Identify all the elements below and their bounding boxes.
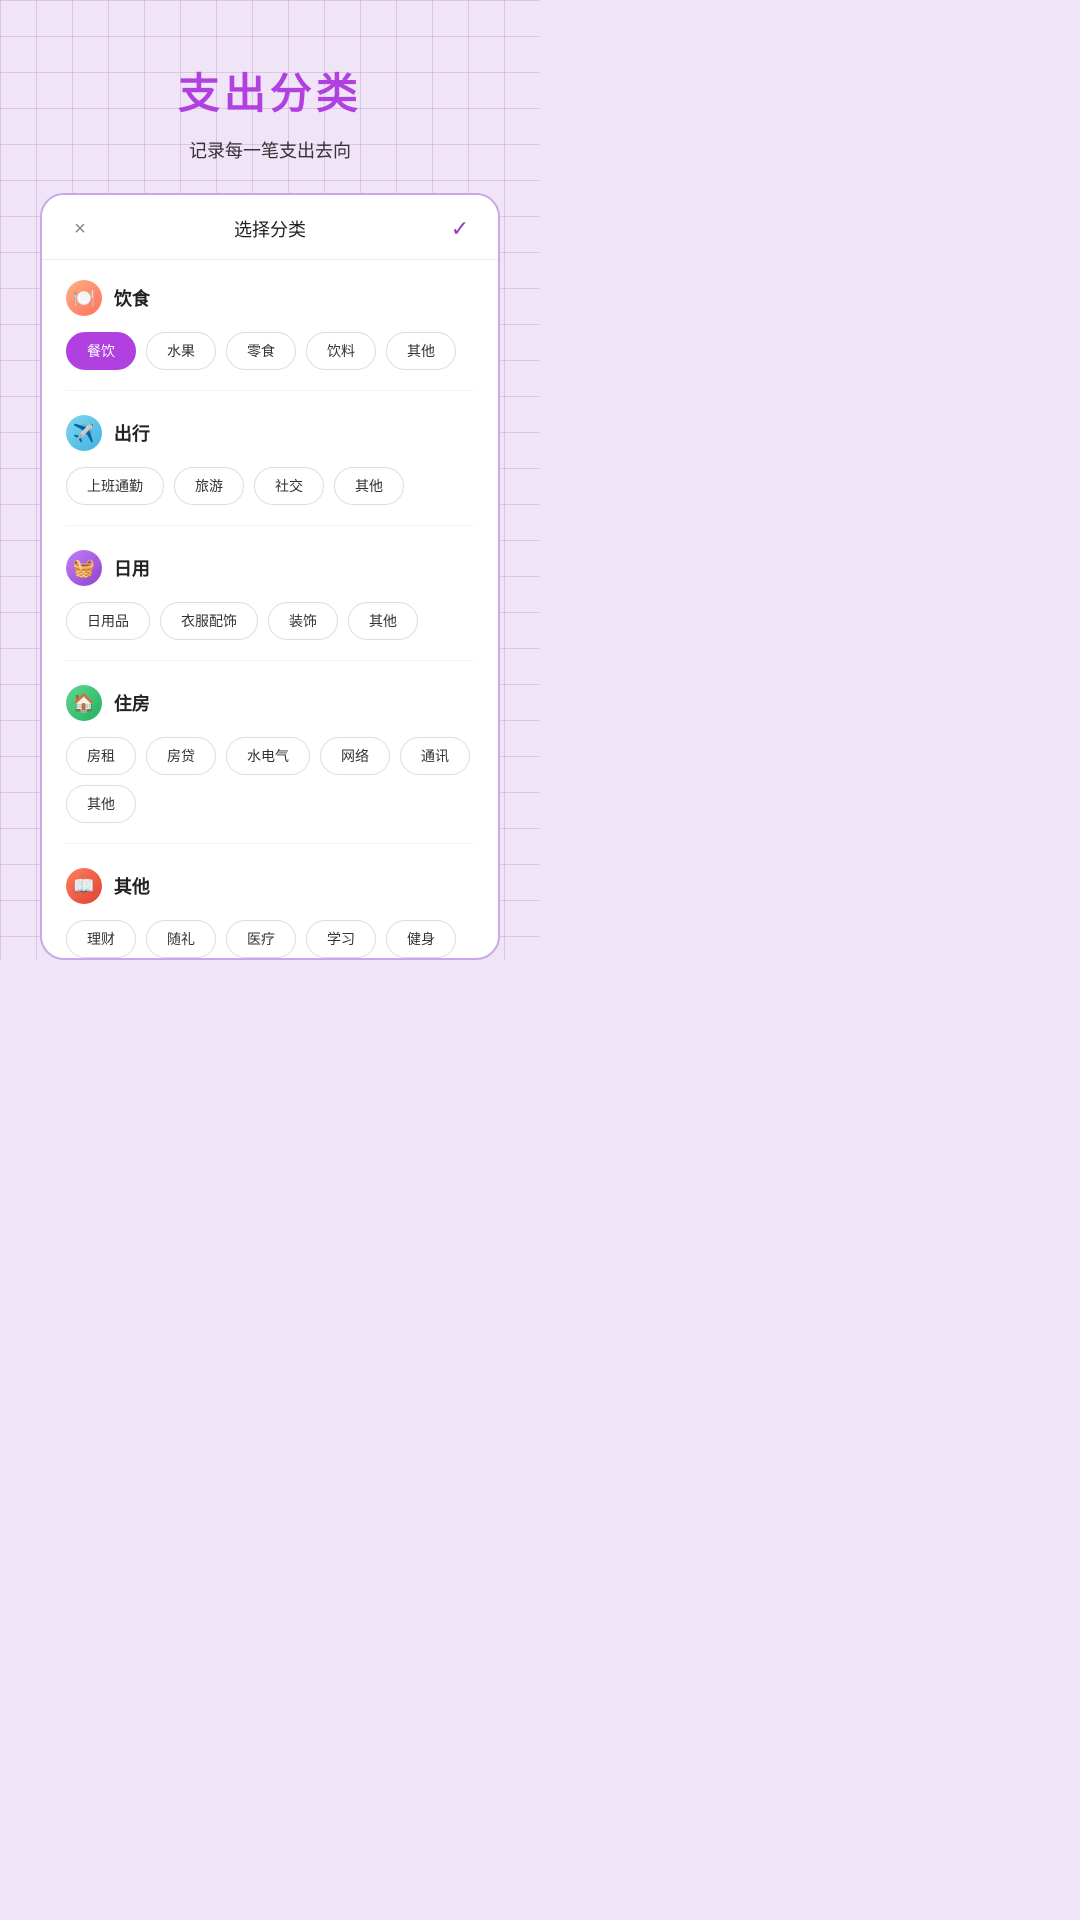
tag-housing-2[interactable]: 水电气 bbox=[226, 737, 310, 775]
sections-container: 🍽️饮食餐饮水果零食饮料其他✈️出行上班通勤旅游社交其他🧺日用日用品衣服配饰装饰… bbox=[42, 260, 498, 960]
section-header-housing: 🏠 住房 bbox=[66, 685, 474, 721]
page-subtitle: 记录每一笔支出去向 bbox=[189, 137, 351, 163]
tag-daily-1[interactable]: 衣服配饰 bbox=[160, 602, 258, 640]
section-title-travel: 出行 bbox=[114, 420, 150, 446]
section-icon-other: 📖 bbox=[66, 868, 102, 904]
divider-2 bbox=[66, 660, 474, 661]
tags-other: 理财随礼医疗学习健身兴趣其他 bbox=[66, 920, 474, 960]
tag-food-0[interactable]: 餐饮 bbox=[66, 332, 136, 370]
tag-housing-4[interactable]: 通讯 bbox=[400, 737, 470, 775]
confirm-button[interactable]: ✓ bbox=[446, 215, 474, 243]
tag-food-2[interactable]: 零食 bbox=[226, 332, 296, 370]
section-icon-travel: ✈️ bbox=[66, 415, 102, 451]
tag-food-3[interactable]: 饮料 bbox=[306, 332, 376, 370]
tag-food-4[interactable]: 其他 bbox=[386, 332, 456, 370]
section-title-daily: 日用 bbox=[114, 555, 150, 581]
section-header-other: 📖 其他 bbox=[66, 868, 474, 904]
divider-0 bbox=[66, 390, 474, 391]
tag-housing-1[interactable]: 房贷 bbox=[146, 737, 216, 775]
tag-daily-0[interactable]: 日用品 bbox=[66, 602, 150, 640]
modal-header: × 选择分类 ✓ bbox=[42, 195, 498, 260]
tag-travel-3[interactable]: 其他 bbox=[334, 467, 404, 505]
divider-3 bbox=[66, 843, 474, 844]
section-title-food: 饮食 bbox=[114, 285, 150, 311]
tag-other-1[interactable]: 随礼 bbox=[146, 920, 216, 958]
tag-travel-2[interactable]: 社交 bbox=[254, 467, 324, 505]
section-header-travel: ✈️ 出行 bbox=[66, 415, 474, 451]
tags-food: 餐饮水果零食饮料其他 bbox=[66, 332, 474, 370]
tag-travel-1[interactable]: 旅游 bbox=[174, 467, 244, 505]
tag-housing-5[interactable]: 其他 bbox=[66, 785, 136, 823]
section-title-other: 其他 bbox=[114, 873, 150, 899]
tag-other-4[interactable]: 健身 bbox=[386, 920, 456, 958]
page-container: 支出分类 记录每一笔支出去向 × 选择分类 ✓ 🍽️饮食餐饮水果零食饮料其他✈️… bbox=[0, 0, 540, 960]
page-title: 支出分类 bbox=[178, 60, 362, 121]
tag-housing-0[interactable]: 房租 bbox=[66, 737, 136, 775]
section-icon-daily: 🧺 bbox=[66, 550, 102, 586]
tag-travel-0[interactable]: 上班通勤 bbox=[66, 467, 164, 505]
divider-1 bbox=[66, 525, 474, 526]
tag-other-3[interactable]: 学习 bbox=[306, 920, 376, 958]
section-icon-housing: 🏠 bbox=[66, 685, 102, 721]
tag-housing-3[interactable]: 网络 bbox=[320, 737, 390, 775]
section-title-housing: 住房 bbox=[114, 690, 150, 716]
section-header-daily: 🧺 日用 bbox=[66, 550, 474, 586]
tag-daily-2[interactable]: 装饰 bbox=[268, 602, 338, 640]
tags-housing: 房租房贷水电气网络通讯其他 bbox=[66, 737, 474, 823]
section-daily: 🧺 日用日用品衣服配饰装饰其他 bbox=[42, 530, 498, 656]
tags-travel: 上班通勤旅游社交其他 bbox=[66, 467, 474, 505]
category-modal: × 选择分类 ✓ 🍽️饮食餐饮水果零食饮料其他✈️出行上班通勤旅游社交其他🧺日用… bbox=[40, 193, 500, 960]
tag-other-2[interactable]: 医疗 bbox=[226, 920, 296, 958]
section-icon-food: 🍽️ bbox=[66, 280, 102, 316]
section-other: 📖 其他理财随礼医疗学习健身兴趣其他 bbox=[42, 848, 498, 960]
section-travel: ✈️ 出行上班通勤旅游社交其他 bbox=[42, 395, 498, 521]
tag-food-1[interactable]: 水果 bbox=[146, 332, 216, 370]
close-button[interactable]: × bbox=[66, 215, 94, 243]
tag-other-0[interactable]: 理财 bbox=[66, 920, 136, 958]
section-housing: 🏠 住房房租房贷水电气网络通讯其他 bbox=[42, 665, 498, 839]
modal-title: 选择分类 bbox=[234, 216, 306, 242]
section-food: 🍽️ 饮食餐饮水果零食饮料其他 bbox=[42, 260, 498, 386]
tags-daily: 日用品衣服配饰装饰其他 bbox=[66, 602, 474, 640]
tag-daily-3[interactable]: 其他 bbox=[348, 602, 418, 640]
section-header-food: 🍽️ 饮食 bbox=[66, 280, 474, 316]
